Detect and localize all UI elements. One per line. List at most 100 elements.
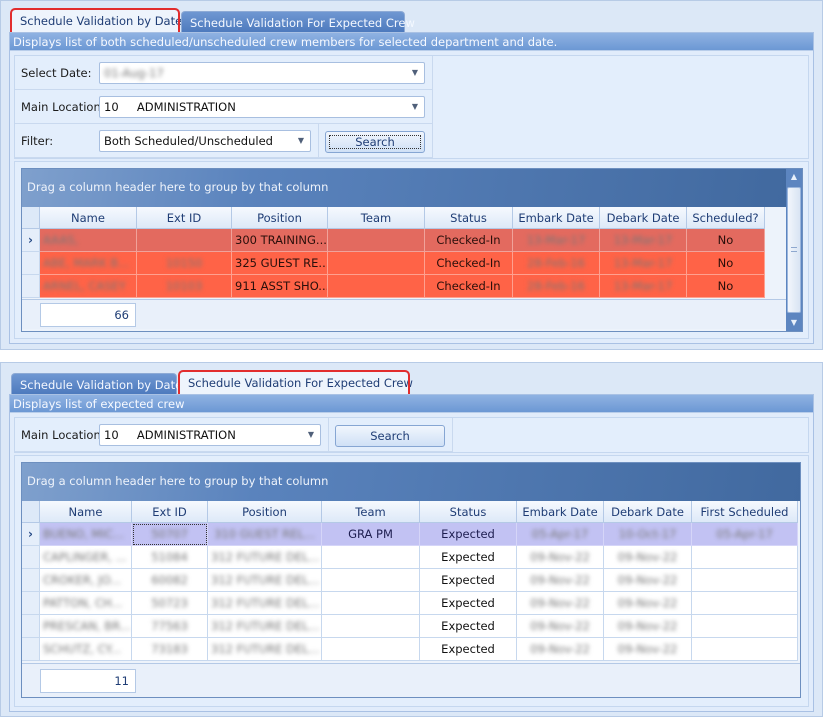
table-row[interactable]: ABE, MARK B... 10150 325 GUEST RE... Checke… [22,252,765,275]
cell-first-scheduled[interactable]: 05-Apr-17 [692,523,798,546]
cell-team[interactable] [322,546,420,569]
cell-first-scheduled[interactable] [692,615,798,638]
cell-team[interactable] [322,569,420,592]
table-row[interactable]: PRESCAN, BR... 77563 312 FUTURE DEL... Expe… [22,615,798,638]
column-header-debark-date[interactable]: Debark Date [600,207,687,229]
row-indicator-icon[interactable]: › [22,523,40,546]
column-header-ext-id[interactable]: Ext ID [137,207,232,229]
dropdown-arrow-icon[interactable]: ▼ [296,131,306,151]
table-row[interactable]: ARNEL, CASEY 10103 911 ASST SHO... Checked-… [22,275,765,298]
cell-ext-id[interactable]: 50723 [132,592,208,615]
cell-name[interactable]: PRESCAN, BR... [40,615,132,638]
main-location-dropdown[interactable]: 10 ADMINISTRATION ▼ [99,96,425,118]
cell-first-scheduled[interactable] [692,569,798,592]
cell-ext-id[interactable] [137,229,232,252]
row-indicator-icon[interactable]: › [22,229,40,252]
cell-debark[interactable]: 09-Nov-22 [604,638,692,661]
cell-ext-id[interactable]: 73183 [132,638,208,661]
cell-position[interactable]: 312 FUTURE DEL... [208,615,322,638]
cell-scheduled[interactable]: No [687,252,765,275]
cell-first-scheduled[interactable] [692,638,798,661]
table-row[interactable]: › AAAS, 300 TRAINING... Checked-In 13-Mar-17… [22,229,765,252]
tab-schedule-by-date[interactable]: Schedule Validation by Date [11,373,182,395]
column-header-embark-date[interactable]: Embark Date [517,501,604,523]
table-row[interactable]: CROKER, JO... 60082 312 FUTURE DEL... Expec… [22,569,798,592]
table-row[interactable]: › BUENO, MIC... 50707 310 GUEST REL... GRA P… [22,523,798,546]
group-by-panel[interactable]: Drag a column header here to group by th… [22,463,800,501]
table-row[interactable]: SCHUTZ, CY... 73183 312 FUTURE DEL... Expec… [22,638,798,661]
dropdown-arrow-icon[interactable]: ▼ [306,425,316,445]
cell-ext-id[interactable]: 10103 [137,275,232,298]
table-row[interactable]: CAPLINGER, ... 51084 312 FUTURE DEL... Expe… [22,546,798,569]
cell-debark[interactable]: 09-Nov-22 [604,546,692,569]
cell-name[interactable]: ABE, MARK B... [40,252,137,275]
column-header-name[interactable]: Name [40,207,137,229]
column-header-embark-date[interactable]: Embark Date [513,207,600,229]
cell-embark[interactable]: 09-Nov-22 [517,546,604,569]
column-header-position[interactable]: Position [232,207,328,229]
cell-embark[interactable]: 09-Nov-22 [517,592,604,615]
cell-debark[interactable]: 09-Nov-22 [604,615,692,638]
cell-debark[interactable]: 09-Nov-22 [604,569,692,592]
cell-scheduled[interactable]: No [687,229,765,252]
row-selector[interactable] [22,592,40,615]
column-header-team[interactable]: Team [322,501,420,523]
column-header-status[interactable]: Status [425,207,513,229]
cell-embark[interactable]: 28-Feb-16 [513,275,600,298]
cell-scheduled[interactable]: No [687,275,765,298]
cell-embark[interactable]: 05-Apr-17 [517,523,604,546]
cell-debark[interactable]: 13-Mar-17 [600,275,687,298]
cell-name[interactable]: AAAS, [40,229,137,252]
cell-embark[interactable]: 13-Mar-17 [513,229,600,252]
cell-name[interactable]: SCHUTZ, CY... [40,638,132,661]
cell-position[interactable]: 310 GUEST REL... [208,523,322,546]
vertical-scrollbar[interactable]: ▲ ▼ [786,169,802,331]
dropdown-arrow-icon[interactable]: ▼ [410,63,420,83]
cell-ext-id[interactable]: 50707 [132,523,208,546]
scroll-up-icon[interactable]: ▲ [786,169,802,185]
cell-debark[interactable]: 13-Mar-17 [600,252,687,275]
row-selector[interactable] [22,615,40,638]
cell-status[interactable]: Checked-In [425,229,513,252]
cell-status[interactable]: Expected [420,638,517,661]
cell-name[interactable]: CAPLINGER, ... [40,546,132,569]
cell-status[interactable]: Expected [420,615,517,638]
column-header-first-scheduled[interactable]: First Scheduled [692,501,798,523]
cell-embark[interactable]: 09-Nov-22 [517,638,604,661]
cell-first-scheduled[interactable] [692,592,798,615]
cell-team[interactable] [328,229,425,252]
cell-team[interactable] [322,638,420,661]
cell-debark[interactable]: 10-Oct-17 [604,523,692,546]
cell-name[interactable]: PATTON, CH... [40,592,132,615]
cell-team[interactable]: GRA PM [322,523,420,546]
cell-ext-id[interactable]: 10150 [137,252,232,275]
cell-status[interactable]: Expected [420,592,517,615]
filter-dropdown[interactable]: Both Scheduled/Unscheduled ▼ [99,130,311,152]
tab-expected-crew[interactable]: Schedule Validation For Expected Crew [181,11,415,33]
cell-position[interactable]: 312 FUTURE DEL... [208,592,322,615]
group-by-panel[interactable]: Drag a column header here to group by th… [22,169,786,207]
cell-status[interactable]: Checked-In [425,252,513,275]
scroll-thumb[interactable] [787,187,801,313]
cell-debark[interactable]: 09-Nov-22 [604,592,692,615]
row-selector[interactable] [22,569,40,592]
column-header-name[interactable]: Name [40,501,132,523]
tab-expected-crew[interactable]: Schedule Validation For Expected Crew [178,370,413,396]
column-header-ext-id[interactable]: Ext ID [132,501,208,523]
cell-status[interactable]: Expected [420,546,517,569]
cell-position[interactable]: 312 FUTURE DEL... [208,546,322,569]
cell-ext-id[interactable]: 77563 [132,615,208,638]
column-header-position[interactable]: Position [208,501,322,523]
search-button[interactable]: Search [325,131,425,153]
cell-ext-id[interactable]: 60082 [132,569,208,592]
cell-first-scheduled[interactable] [692,546,798,569]
row-selector[interactable] [22,546,40,569]
search-button[interactable]: Search [335,425,445,447]
cell-team[interactable] [322,592,420,615]
cell-embark[interactable]: 28-Feb-16 [513,252,600,275]
column-header-debark-date[interactable]: Debark Date [604,501,692,523]
cell-team[interactable] [328,252,425,275]
cell-name[interactable]: BUENO, MIC... [40,523,132,546]
cell-position[interactable]: 312 FUTURE DEL... [208,569,322,592]
cell-embark[interactable]: 09-Nov-22 [517,569,604,592]
